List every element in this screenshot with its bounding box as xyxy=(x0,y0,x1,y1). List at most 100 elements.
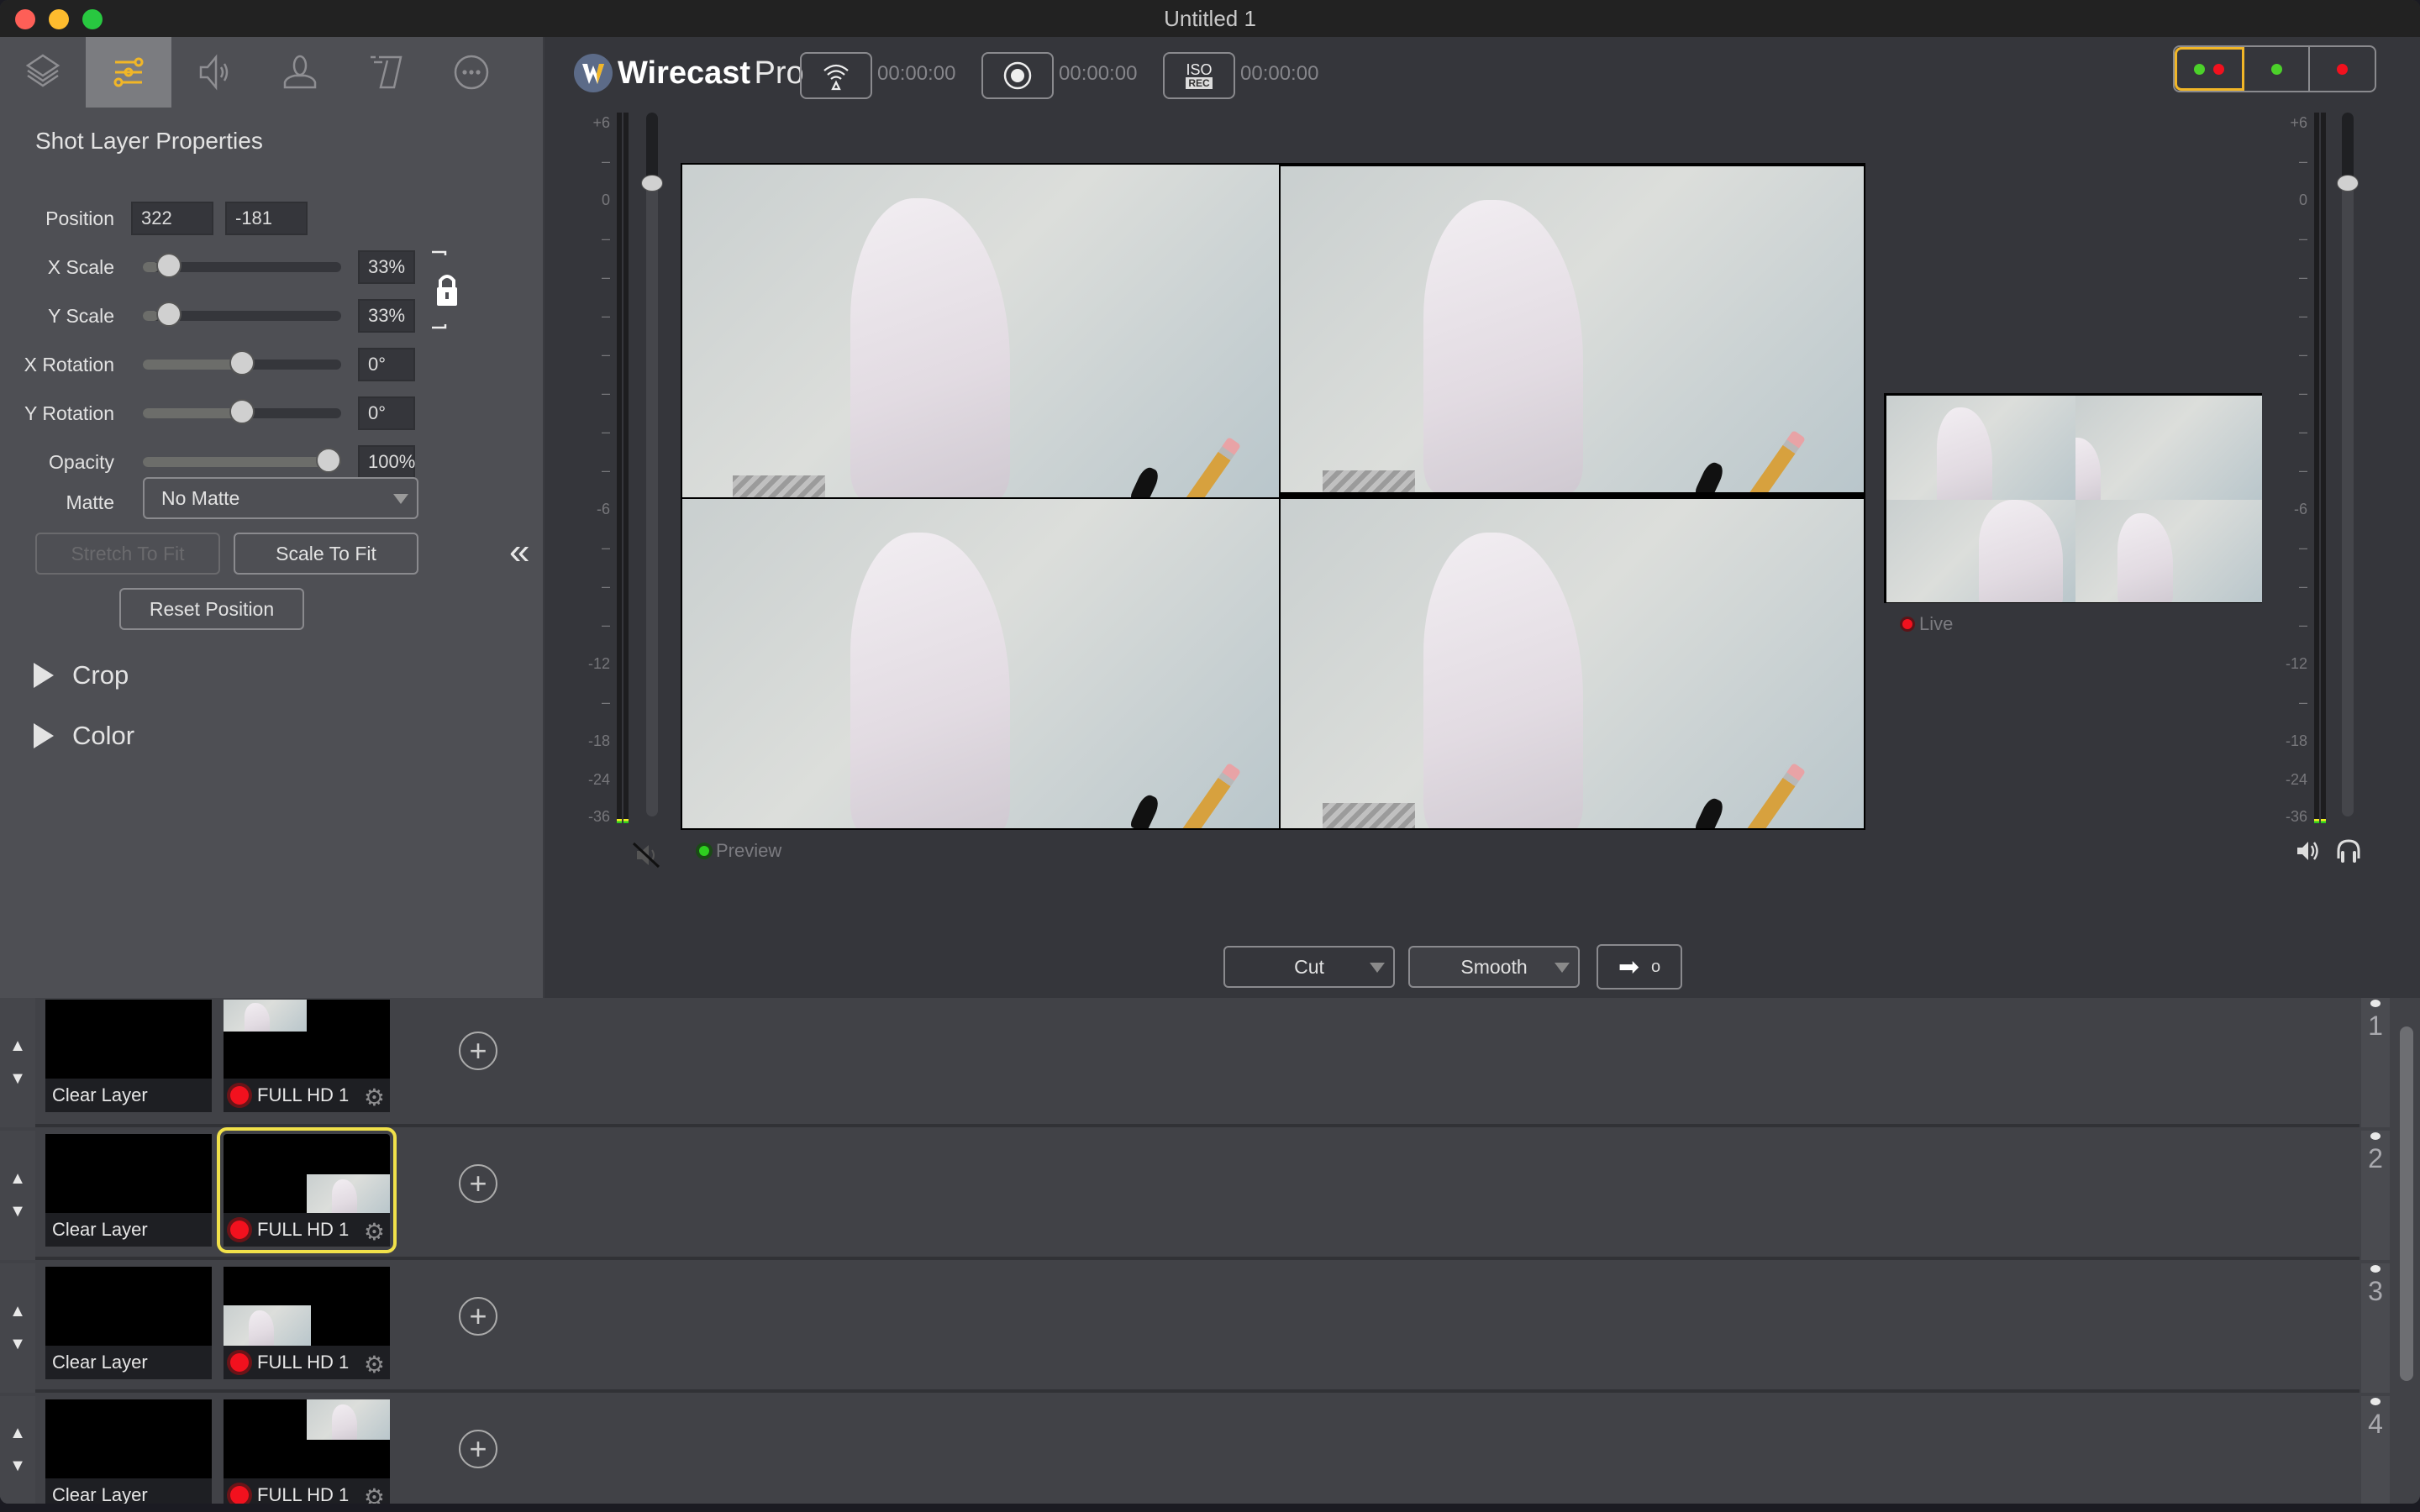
move-layer-down-icon[interactable]: ▼ xyxy=(9,1335,26,1354)
fader-knob[interactable] xyxy=(2337,174,2359,192)
live-quadrant xyxy=(2075,500,2262,602)
layer-number: 1 xyxy=(2368,1011,2383,1041)
move-layer-up-icon[interactable]: ▲ xyxy=(9,1037,26,1056)
clear-layer-shot[interactable]: Clear Layer xyxy=(45,1000,212,1112)
scale-lock-icon[interactable] xyxy=(430,244,464,336)
gear-icon[interactable]: ⚙ xyxy=(364,1483,385,1504)
move-layer-down-icon[interactable]: ▼ xyxy=(9,1069,26,1089)
add-shot-button[interactable]: + xyxy=(459,1032,497,1070)
gear-icon[interactable]: ⚙ xyxy=(364,1351,385,1378)
y-scale-slider[interactable] xyxy=(143,302,341,327)
muted-speaker-icon[interactable] xyxy=(632,840,662,870)
add-shot-button[interactable]: + xyxy=(459,1164,497,1203)
slider-knob[interactable] xyxy=(316,448,341,473)
tab-titles[interactable] xyxy=(343,37,429,108)
matte-dropdown[interactable]: No Matte xyxy=(143,477,418,519)
clear-layer-shot[interactable]: Clear Layer xyxy=(45,1267,212,1379)
transition-1-dropdown[interactable]: Cut xyxy=(1223,946,1395,988)
stream-button[interactable] xyxy=(800,52,872,99)
color-section-toggle[interactable]: Color xyxy=(34,721,134,751)
stretch-to-fit-button[interactable]: Stretch To Fit xyxy=(35,533,220,575)
gear-icon[interactable]: ⚙ xyxy=(364,1084,385,1111)
go-button[interactable]: ➡ o xyxy=(1597,944,1682,990)
preview-dot-icon xyxy=(2194,63,2206,75)
close-window-button[interactable] xyxy=(15,9,35,29)
slider-knob[interactable] xyxy=(156,253,182,278)
x-rotation-slider[interactable] xyxy=(143,350,341,375)
move-layer-down-icon[interactable]: ▼ xyxy=(9,1202,26,1221)
tab-user[interactable] xyxy=(257,37,343,108)
position-x-field[interactable]: 322 xyxy=(131,202,213,235)
x-rotation-row: X Rotation 0° xyxy=(0,346,415,383)
clear-layer-shot[interactable]: Clear Layer xyxy=(45,1134,212,1247)
fader-knob[interactable] xyxy=(641,174,663,192)
mode-preview-button[interactable] xyxy=(2244,47,2311,91)
crop-section-toggle[interactable]: Crop xyxy=(34,660,129,690)
mode-live-button[interactable] xyxy=(2310,47,2375,91)
matte-row: Matte xyxy=(0,484,126,521)
preview-monitor[interactable] xyxy=(681,163,1865,830)
layer-visibility-icon[interactable] xyxy=(2370,1000,2381,1007)
preview-volume-fader[interactable] xyxy=(641,113,663,816)
layer-visibility-icon[interactable] xyxy=(2370,1398,2381,1405)
db-tick-label: -12 xyxy=(2285,655,2307,672)
move-layer-down-icon[interactable]: ▼ xyxy=(9,1457,26,1476)
tab-layers[interactable] xyxy=(0,37,86,108)
y-scale-field[interactable]: 33% xyxy=(358,299,415,333)
x-scale-slider[interactable] xyxy=(143,253,341,278)
camera-shot-selected[interactable]: FULL HD 1 ⚙ xyxy=(217,1127,397,1253)
tab-more[interactable] xyxy=(429,37,514,108)
db-tick-label: – xyxy=(601,617,610,633)
layer-number-2[interactable]: 2 xyxy=(2361,1131,2390,1260)
layer-visibility-icon[interactable] xyxy=(2370,1132,2381,1140)
layer-number-3[interactable]: 3 xyxy=(2361,1263,2390,1393)
add-shot-button[interactable]: + xyxy=(459,1297,497,1336)
reset-position-button[interactable]: Reset Position xyxy=(119,588,304,630)
iso-record-button[interactable]: ISO REC xyxy=(1163,52,1235,99)
layer-number-4[interactable]: 4 xyxy=(2361,1396,2390,1504)
layers-scrollbar[interactable] xyxy=(2400,1026,2413,1381)
minimize-window-button[interactable] xyxy=(49,9,69,29)
x-rotation-field[interactable]: 0° xyxy=(358,348,415,381)
tab-shot-properties[interactable] xyxy=(86,37,171,108)
collapse-panel-button[interactable]: « xyxy=(509,531,529,573)
live-monitor[interactable] xyxy=(1884,393,2262,603)
mode-preview-live-button[interactable] xyxy=(2175,47,2244,91)
zoom-window-button[interactable] xyxy=(82,9,103,29)
move-layer-up-icon[interactable]: ▲ xyxy=(9,1424,26,1443)
db-tick-label: – xyxy=(2298,462,2307,479)
layer-visibility-icon[interactable] xyxy=(2370,1265,2381,1273)
headphones-icon[interactable] xyxy=(2334,837,2363,865)
y-rotation-field[interactable]: 0° xyxy=(358,396,415,430)
live-volume-fader[interactable] xyxy=(2337,113,2359,816)
speaker-monitor-icon[interactable] xyxy=(2294,837,2323,865)
record-button[interactable] xyxy=(981,52,1054,99)
clear-layer-shot[interactable]: Clear Layer xyxy=(45,1399,212,1504)
live-meter-left xyxy=(2314,113,2319,823)
x-scale-field[interactable]: 33% xyxy=(358,250,415,284)
selected-preview-quadrant[interactable] xyxy=(1281,499,1864,828)
live-indicator-icon xyxy=(230,1086,249,1105)
db-tick-label: – xyxy=(601,346,610,363)
camera-shot[interactable]: FULL HD 1 ⚙ xyxy=(224,1399,390,1504)
slider-knob[interactable] xyxy=(156,302,182,327)
gear-icon[interactable]: ⚙ xyxy=(364,1218,385,1246)
position-y-field[interactable]: -181 xyxy=(225,202,308,235)
live-quadrant xyxy=(1886,500,2075,602)
slider-knob[interactable] xyxy=(229,399,255,424)
move-layer-up-icon[interactable]: ▲ xyxy=(9,1169,26,1189)
opacity-field[interactable]: 100% xyxy=(358,445,415,479)
add-shot-button[interactable]: + xyxy=(459,1430,497,1468)
live-status-dot-icon xyxy=(1902,619,1912,629)
y-rotation-slider[interactable] xyxy=(143,399,341,424)
transition-2-dropdown[interactable]: Smooth xyxy=(1408,946,1580,988)
tab-audio[interactable] xyxy=(171,37,257,108)
slider-knob[interactable] xyxy=(229,350,255,375)
move-layer-up-icon[interactable]: ▲ xyxy=(9,1302,26,1321)
scale-to-fit-button[interactable]: Scale To Fit xyxy=(234,533,418,575)
camera-shot[interactable]: FULL HD 1 ⚙ xyxy=(224,1000,390,1112)
opacity-slider[interactable] xyxy=(143,448,341,473)
layer-number-1[interactable]: 1 xyxy=(2361,998,2390,1127)
broadcast-icon xyxy=(823,64,849,91)
camera-shot[interactable]: FULL HD 1 ⚙ xyxy=(224,1267,390,1379)
